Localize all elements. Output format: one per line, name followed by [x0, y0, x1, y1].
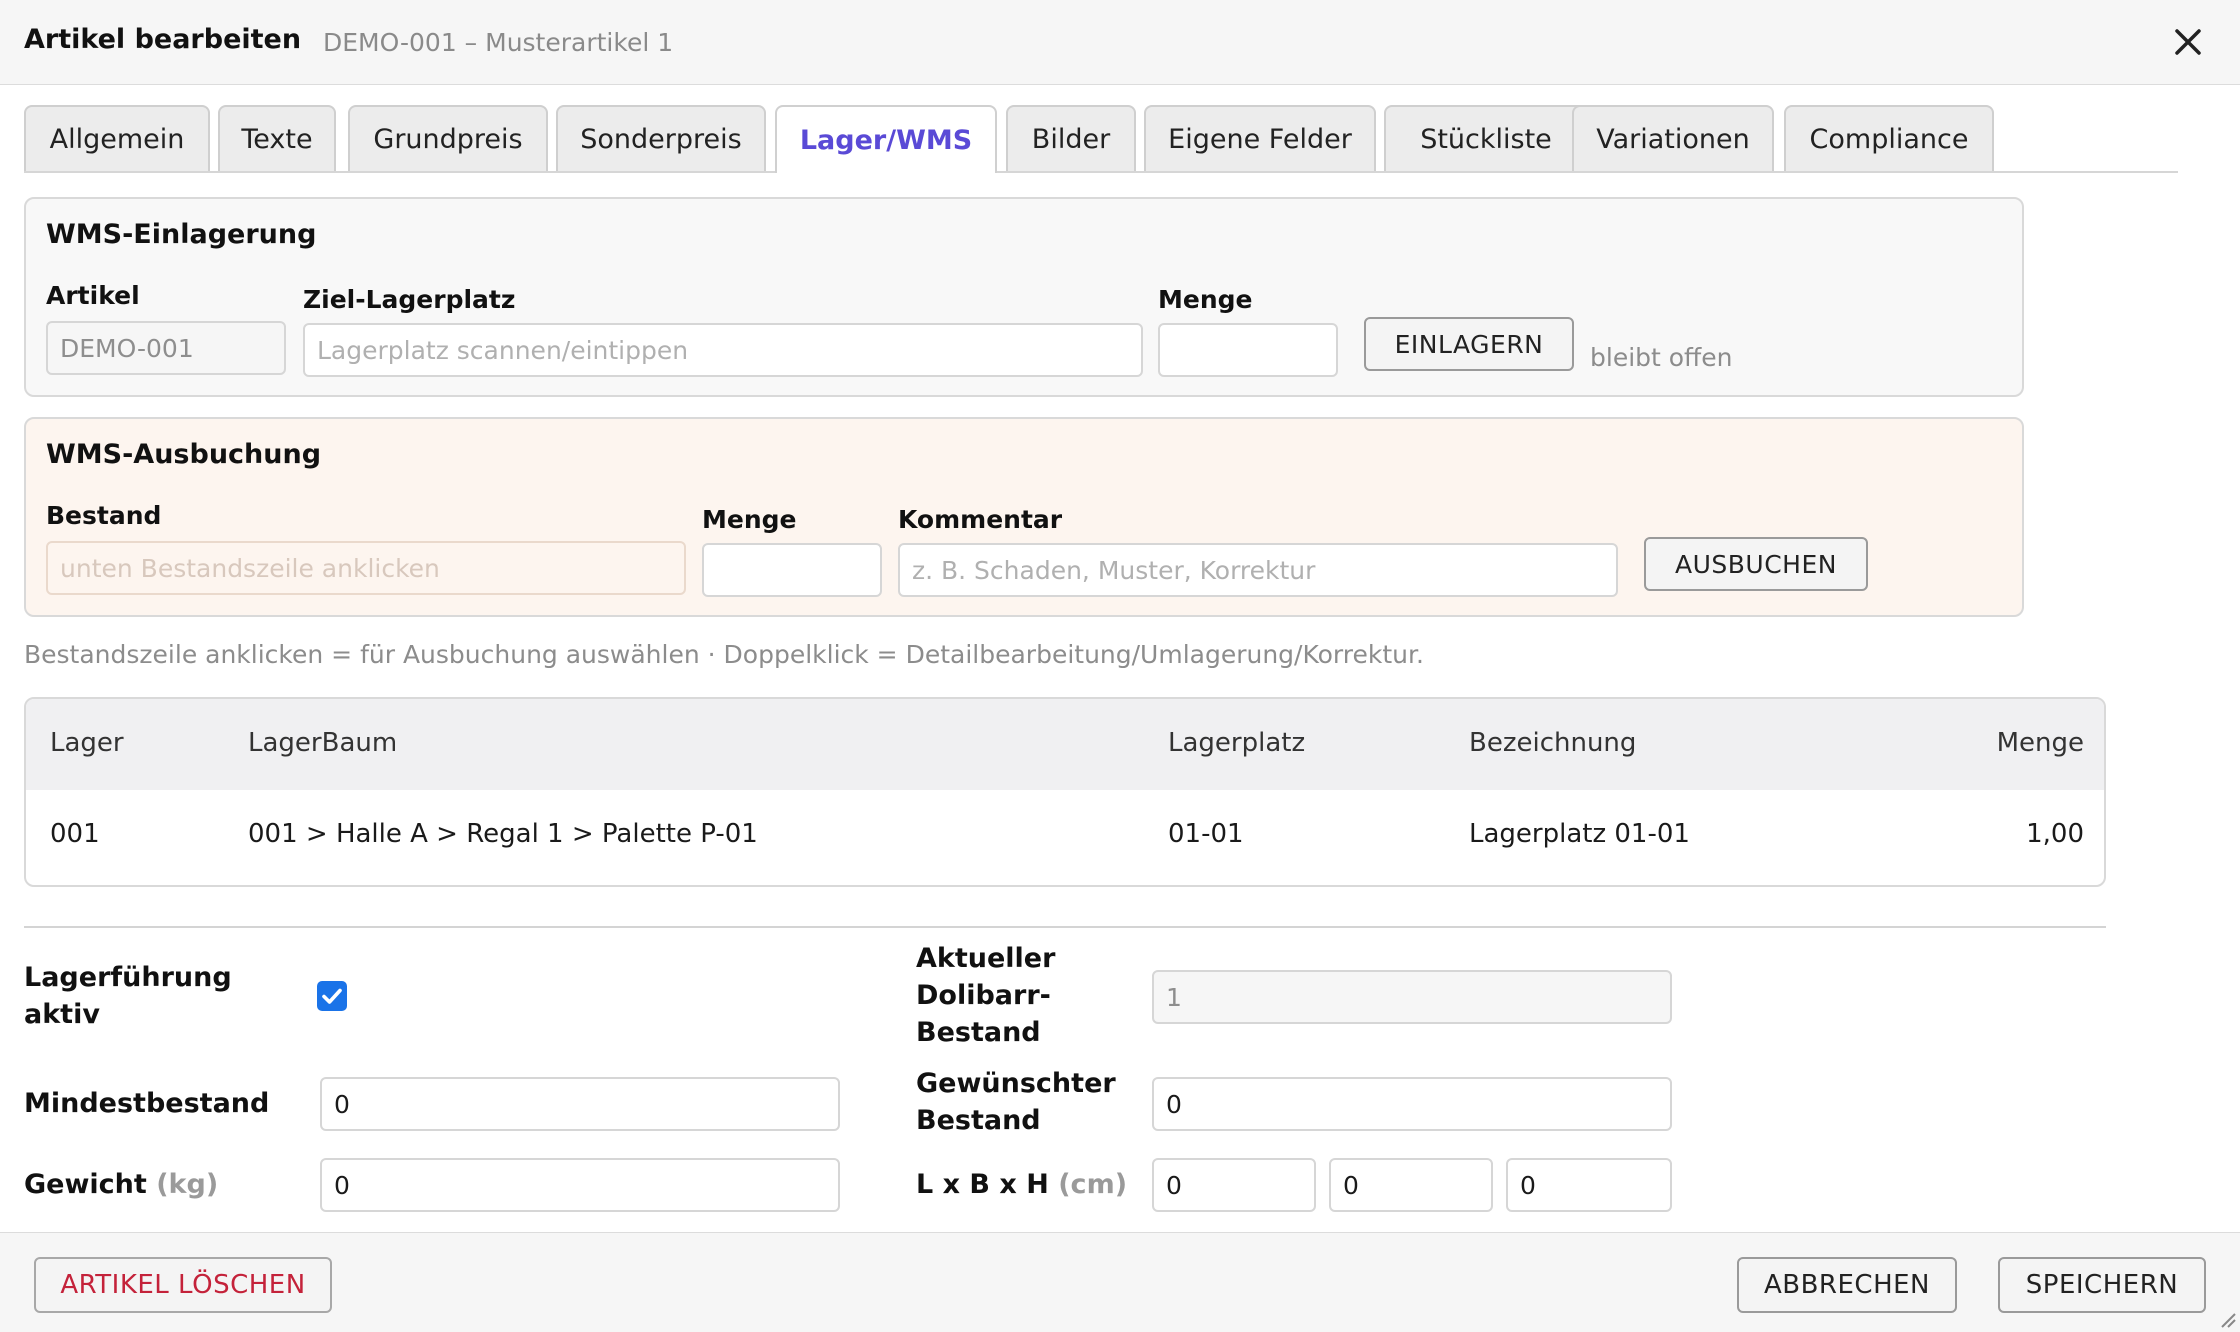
ausbuchung-menge-label: Menge	[702, 505, 797, 534]
einlagerung-status: bleibt offen	[1590, 343, 1733, 372]
table-header: Lager LagerBaum Lagerplatz Bezeichnung M…	[26, 699, 2104, 790]
aktueller-bestand-field	[1152, 970, 1672, 1024]
wms-ausbuchung-panel: WMS-Ausbuchung Bestand Menge Kommentar A…	[24, 417, 2024, 617]
lagerfuehrung-label: Lagerführung aktiv	[24, 959, 232, 1033]
dialog-title: Artikel bearbeiten	[24, 24, 302, 55]
einlagerung-title: WMS-Einlagerung	[46, 219, 317, 250]
bestand-label: Bestand	[46, 501, 162, 530]
artikel-field	[46, 321, 286, 375]
lagerfuehrung-label-line1: Lagerführung	[24, 962, 232, 993]
tab-bilder[interactable]: Bilder	[1006, 105, 1136, 171]
dimensions-label-text: L x B x H	[916, 1169, 1049, 1200]
dialog-footer: ARTIKEL LÖSCHEN ABBRECHEN SPEICHERN	[0, 1232, 2240, 1332]
lagerfuehrung-checkbox[interactable]	[317, 981, 347, 1011]
aktueller-label-line2: Dolibarr-	[916, 980, 1051, 1011]
tab-allgemein[interactable]: Allgemein	[24, 105, 210, 171]
cell-lagerbaum: 001 > Halle A > Regal 1 > Palette P-01	[248, 819, 758, 849]
col-lagerbaum: LagerBaum	[248, 728, 398, 758]
resize-handle-icon[interactable]	[2218, 1310, 2236, 1328]
tab-sonderpreis[interactable]: Sonderpreis	[556, 105, 766, 171]
cell-lagerplatz: 01-01	[1168, 819, 1244, 849]
width-input[interactable]	[1329, 1158, 1493, 1212]
kommentar-label: Kommentar	[898, 505, 1063, 534]
gewuenschter-bestand-label: Gewünschter Bestand	[916, 1065, 1116, 1139]
tab-compliance[interactable]: Compliance	[1784, 105, 1994, 171]
height-input[interactable]	[1506, 1158, 1672, 1212]
ziel-lagerplatz-input[interactable]	[303, 323, 1143, 377]
tab-grundpreis[interactable]: Grundpreis	[348, 105, 548, 171]
tab-stueckliste[interactable]: Stückliste	[1384, 105, 1588, 171]
mindestbestand-label: Mindestbestand	[24, 1088, 270, 1119]
gewuenscht-label-line1: Gewünschter	[916, 1068, 1116, 1099]
col-menge: Menge	[1996, 728, 2084, 758]
tab-eigene-felder[interactable]: Eigene Felder	[1144, 105, 1376, 171]
dimensions-unit: (cm)	[1058, 1169, 1128, 1200]
gewicht-input[interactable]	[320, 1158, 840, 1212]
dialog-subtitle: DEMO-001 – Musterartikel 1	[323, 28, 674, 57]
cell-lager: 001	[50, 819, 100, 849]
mindestbestand-input[interactable]	[320, 1077, 840, 1131]
gewuenscht-label-line2: Bestand	[916, 1105, 1041, 1136]
col-bezeichnung: Bezeichnung	[1469, 728, 1637, 758]
aktueller-label-line1: Aktueller	[916, 943, 1056, 974]
ausbuchung-menge-input[interactable]	[702, 543, 882, 597]
stock-hint-text: Bestandszeile anklicken = für Ausbuchung…	[24, 640, 1424, 669]
gewicht-label-text: Gewicht	[24, 1169, 147, 1200]
tab-bar: Allgemein Texte Grundpreis Sonderpreis L…	[24, 105, 2178, 173]
close-icon	[2175, 29, 2201, 55]
gewuenschter-bestand-input[interactable]	[1152, 1077, 1672, 1131]
aktueller-bestand-label: Aktueller Dolibarr- Bestand	[916, 940, 1055, 1051]
table-row[interactable]: 001 001 > Halle A > Regal 1 > Palette P-…	[26, 790, 2104, 885]
cell-menge: 1,00	[2026, 819, 2084, 849]
tab-variationen[interactable]: Variationen	[1572, 105, 1774, 171]
cancel-button[interactable]: ABBRECHEN	[1737, 1257, 1957, 1313]
tab-texte[interactable]: Texte	[218, 105, 336, 171]
ziel-lagerplatz-label: Ziel-Lagerplatz	[303, 285, 516, 314]
length-input[interactable]	[1152, 1158, 1316, 1212]
section-divider	[24, 926, 2106, 928]
lagerfuehrung-label-line2: aktiv	[24, 999, 100, 1030]
gewicht-unit: (kg)	[156, 1169, 219, 1200]
einlagerung-menge-label: Menge	[1158, 285, 1253, 314]
close-button[interactable]	[2168, 22, 2208, 62]
dialog-header: Artikel bearbeiten DEMO-001 – Musterarti…	[0, 0, 2240, 85]
einlagern-button[interactable]: EINLAGERN	[1364, 317, 1574, 371]
artikel-label: Artikel	[46, 281, 140, 310]
ausbuchen-button[interactable]: AUSBUCHEN	[1644, 537, 1868, 591]
einlagerung-menge-input[interactable]	[1158, 323, 1338, 377]
col-lagerplatz: Lagerplatz	[1168, 728, 1306, 758]
col-lager: Lager	[50, 728, 124, 758]
tab-lager-wms[interactable]: Lager/WMS	[775, 105, 997, 173]
wms-einlagerung-panel: WMS-Einlagerung Artikel Ziel-Lagerplatz …	[24, 197, 2024, 397]
stock-table: Lager LagerBaum Lagerplatz Bezeichnung M…	[24, 697, 2106, 887]
kommentar-input[interactable]	[898, 543, 1618, 597]
aktueller-label-line3: Bestand	[916, 1017, 1041, 1048]
bestand-field	[46, 541, 686, 595]
gewicht-label: Gewicht (kg)	[24, 1166, 218, 1203]
delete-article-button[interactable]: ARTIKEL LÖSCHEN	[34, 1257, 332, 1313]
ausbuchung-title: WMS-Ausbuchung	[46, 439, 322, 470]
dimensions-label: L x B x H (cm)	[916, 1166, 1127, 1203]
cell-bezeichnung: Lagerplatz 01-01	[1469, 819, 1690, 849]
save-button[interactable]: SPEICHERN	[1998, 1257, 2206, 1313]
checkmark-icon	[322, 988, 342, 1004]
